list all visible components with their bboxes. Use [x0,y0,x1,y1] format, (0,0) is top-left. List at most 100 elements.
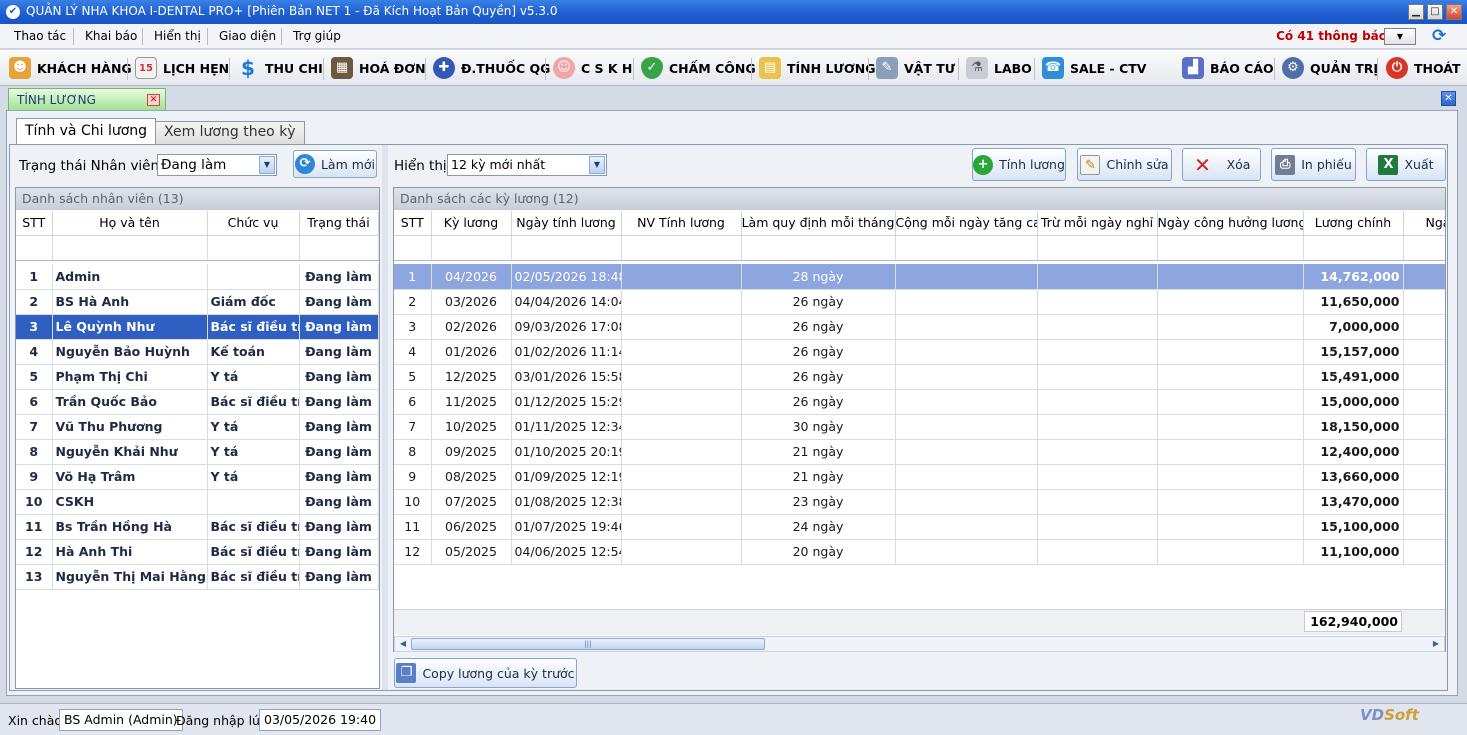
employee-status-select[interactable]: Đang làm ▼ [157,154,277,176]
toolbar-hoa-don-button[interactable]: ▦ HOÁ ĐƠN [331,54,426,82]
col-lam-quy-dinh[interactable]: Làm quy định mỗi tháng [741,211,896,236]
employee-row[interactable]: 1 Admin Đang làm [16,264,379,290]
col-ngay-cong[interactable]: Ngày công hưởng lương [1157,211,1304,236]
col-ngay-tinh-luong[interactable]: Ngày tính lương [511,211,622,236]
total-salary: 162,940,000 [1304,611,1402,632]
filter-row[interactable] [16,235,379,261]
period-list-title: Danh sách các kỳ lương (12) [394,188,1445,210]
employee-row[interactable]: 6 Trần Quốc Bảo Bác sĩ điều trị Đang làm [16,389,379,415]
col-more[interactable]: Ngà [1403,211,1445,236]
menu-giao-dien[interactable]: Giao diện [219,29,276,43]
col-stt[interactable]: STT [16,211,53,236]
toolbar-khach-hang-button[interactable]: ☻ KHÁCH HÀNG [9,54,132,82]
period-row[interactable]: 11 06/2025 01/07/2025 19:46 24 ngày 15,100,0… [394,514,1445,540]
period-row[interactable]: 5 12/2025 03/01/2026 15:58 26 ngày 15,491,00… [394,364,1445,390]
refresh-button[interactable]: ⟳ Làm mới [293,150,377,178]
refresh-icon[interactable]: ⟳ [1432,27,1450,45]
close-tab-icon[interactable]: ✕ [147,94,160,106]
col-stt[interactable]: STT [394,211,432,236]
calculate-salary-button[interactable]: + Tính lương [972,148,1066,181]
employee-name: Lê Quỳnh Như [52,314,208,340]
toolbar-thoat-button[interactable]: ⏻ THOÁT [1386,54,1461,82]
employee-row[interactable]: 13 Nguyễn Thị Mai Hằng Bác sĩ điều trị Đang… [16,564,379,590]
scrollbar-thumb[interactable]: ||| [411,638,765,650]
period-row[interactable]: 7 10/2025 01/11/2025 12:34 30 ngày 18,150,00… [394,414,1445,440]
period-row[interactable]: 3 02/2026 09/03/2026 17:08 26 ngày 7,000,000 [394,314,1445,340]
toolbar-cskh-button[interactable]: ☺ C S K H [553,54,632,82]
col-luong-chinh[interactable]: Lương chính [1303,211,1404,236]
copy-previous-salary-button[interactable]: ❐ Copy lương của kỳ trước [394,658,577,688]
toolbar-labo-button[interactable]: ⚗ LABO [966,54,1032,82]
horizontal-scrollbar[interactable]: ◀ ||| ▶ [394,636,1445,652]
employee-row[interactable]: 5 Phạm Thị Chi Y tá Đang làm [16,364,379,390]
employee-row[interactable]: 3 Lê Quỳnh Như Bác sĩ điều trị Đang làm [16,314,379,340]
export-button[interactable]: X Xuất [1366,148,1446,181]
col-cong-tang-ca[interactable]: Cộng mỗi ngày tăng ca [895,211,1038,236]
period-row[interactable]: 12 05/2025 04/06/2025 12:54 20 ngày 11,100,0… [394,539,1445,565]
col-role[interactable]: Chức vụ [207,211,300,236]
toolbar-thu-chi-button[interactable]: $ THU CHI [237,54,323,82]
period-cell-empty [1037,389,1158,415]
toolbar-bao-cao-button[interactable]: ▟ BÁO CÁO [1182,54,1274,82]
toolbar-cham-cong-button[interactable]: ✓ CHẤM CÔNG [641,54,756,82]
panel-splitter[interactable] [382,145,388,690]
doc-tab-tinh-luong[interactable]: TÍNH LƯƠNG ✕ [8,88,166,111]
employee-row[interactable]: 4 Nguyễn Bảo Huỳnh Kế toán Đang làm [16,339,379,365]
employee-role: Y tá [207,464,300,490]
button-label: Chỉnh sửa [1106,157,1169,172]
edit-button[interactable]: ✎ Chỉnh sửa [1077,148,1172,181]
employee-role: Y tá [207,364,300,390]
employee-row[interactable]: 12 Hà Anh Thi Bác sĩ điều trị Đang làm [16,539,379,565]
close-button[interactable]: ✕ [1446,4,1462,20]
period-row[interactable]: 1 04/2026 02/05/2026 18:48 28 ngày 14,762,00… [394,264,1445,290]
toolbar-tinh-luong-button[interactable]: ▤ TÍNH LƯƠNG [759,54,876,82]
period-row[interactable]: 10 07/2025 01/08/2025 12:38 23 ngày 13,470,0… [394,489,1445,515]
period-row[interactable]: 8 09/2025 01/10/2025 20:19 21 ngày 12,400,00… [394,439,1445,465]
delete-button[interactable]: ✕ Xóa [1182,148,1261,181]
menu-hien-thi[interactable]: Hiển thị [154,29,201,43]
col-nv-tinh-luong[interactable]: NV Tính lương [621,211,742,236]
period-row[interactable]: 6 11/2025 01/12/2025 15:29 26 ngày 15,000,00… [394,389,1445,415]
employee-row[interactable]: 9 Võ Hạ Trâm Y tá Đang làm [16,464,379,490]
col-tru-ngay-nghi[interactable]: Trừ mỗi ngày nghỉ [1037,211,1158,236]
tab-xem-luong-theo-ky[interactable]: Xem lương theo kỳ [155,121,305,145]
filter-row[interactable] [394,235,1445,261]
period-ky: 05/2025 [431,539,512,565]
toolbar-quan-tri-button[interactable]: ⚙ QUẢN TRỊ [1282,54,1378,82]
period-filter-select[interactable]: 12 kỳ mới nhất ▼ [447,154,607,176]
col-status[interactable]: Trạng thái [299,211,379,236]
toolbar-don-thuoc-button[interactable]: ✚ Đ.THUỐC QG [433,54,550,82]
col-name[interactable]: Họ và tên [52,211,208,236]
toolbar-lich-hen-button[interactable]: 15 LỊCH HẸN [135,54,229,82]
title-bar: ✔ QUẢN LÝ NHA KHOA I-DENTAL PRO+ [Phiên … [0,0,1467,24]
tab-tinh-va-chi-luong[interactable]: Tính và Chi lương [16,118,157,145]
employee-row[interactable]: 2 BS Hà Anh Giám đốc Đang làm [16,289,379,315]
toolbar-sale-ctv-button[interactable]: ☎ SALE - CTV [1042,54,1146,82]
menu-khai-bao[interactable]: Khai báo [85,29,137,43]
employee-row[interactable]: 8 Nguyễn Khải Như Y tá Đang làm [16,439,379,465]
employee-row[interactable]: 7 Vũ Thu Phương Y tá Đang làm [16,414,379,440]
toolbar-label: THOÁT [1414,60,1461,76]
period-cell-empty [1037,439,1158,465]
employee-row[interactable]: 11 Bs Trần Hồng Hà Bác sĩ điều trị Đang làm [16,514,379,540]
menu-tro-giup[interactable]: Trợ giúp [293,29,341,43]
period-luong: 14,762,000 [1303,264,1404,290]
period-row[interactable]: 2 03/2026 04/04/2026 14:04 26 ngày 11,650,00… [394,289,1445,315]
period-row[interactable]: 4 01/2026 01/02/2026 11:14 26 ngày 15,157,00… [394,339,1445,365]
maximize-button[interactable]: □ [1427,4,1443,20]
dollar-icon: $ [241,56,255,80]
notification-count[interactable]: Có 41 thông báo [1276,29,1387,43]
close-document-icon[interactable]: ✕ [1441,91,1456,106]
col-ky-luong[interactable]: Kỳ lương [431,211,512,236]
scroll-left-icon[interactable]: ◀ [396,638,410,650]
print-button[interactable]: ⎙ In phiếu [1271,148,1356,181]
employee-row[interactable]: 10 CSKH Đang làm [16,489,379,515]
employee-name: Trần Quốc Bảo [52,389,208,415]
minimize-button[interactable]: ▁ [1408,4,1424,20]
menu-thao-tac[interactable]: Thao tác [14,29,66,43]
toolbar-vat-tu-button[interactable]: ✎ VẬT TƯ [876,54,955,82]
notification-dropdown[interactable]: ▼ [1384,28,1416,45]
period-quy_dinh: 24 ngày [741,514,896,540]
scroll-right-icon[interactable]: ▶ [1429,638,1443,650]
period-row[interactable]: 9 08/2025 01/09/2025 12:19 21 ngày 13,660,00… [394,464,1445,490]
